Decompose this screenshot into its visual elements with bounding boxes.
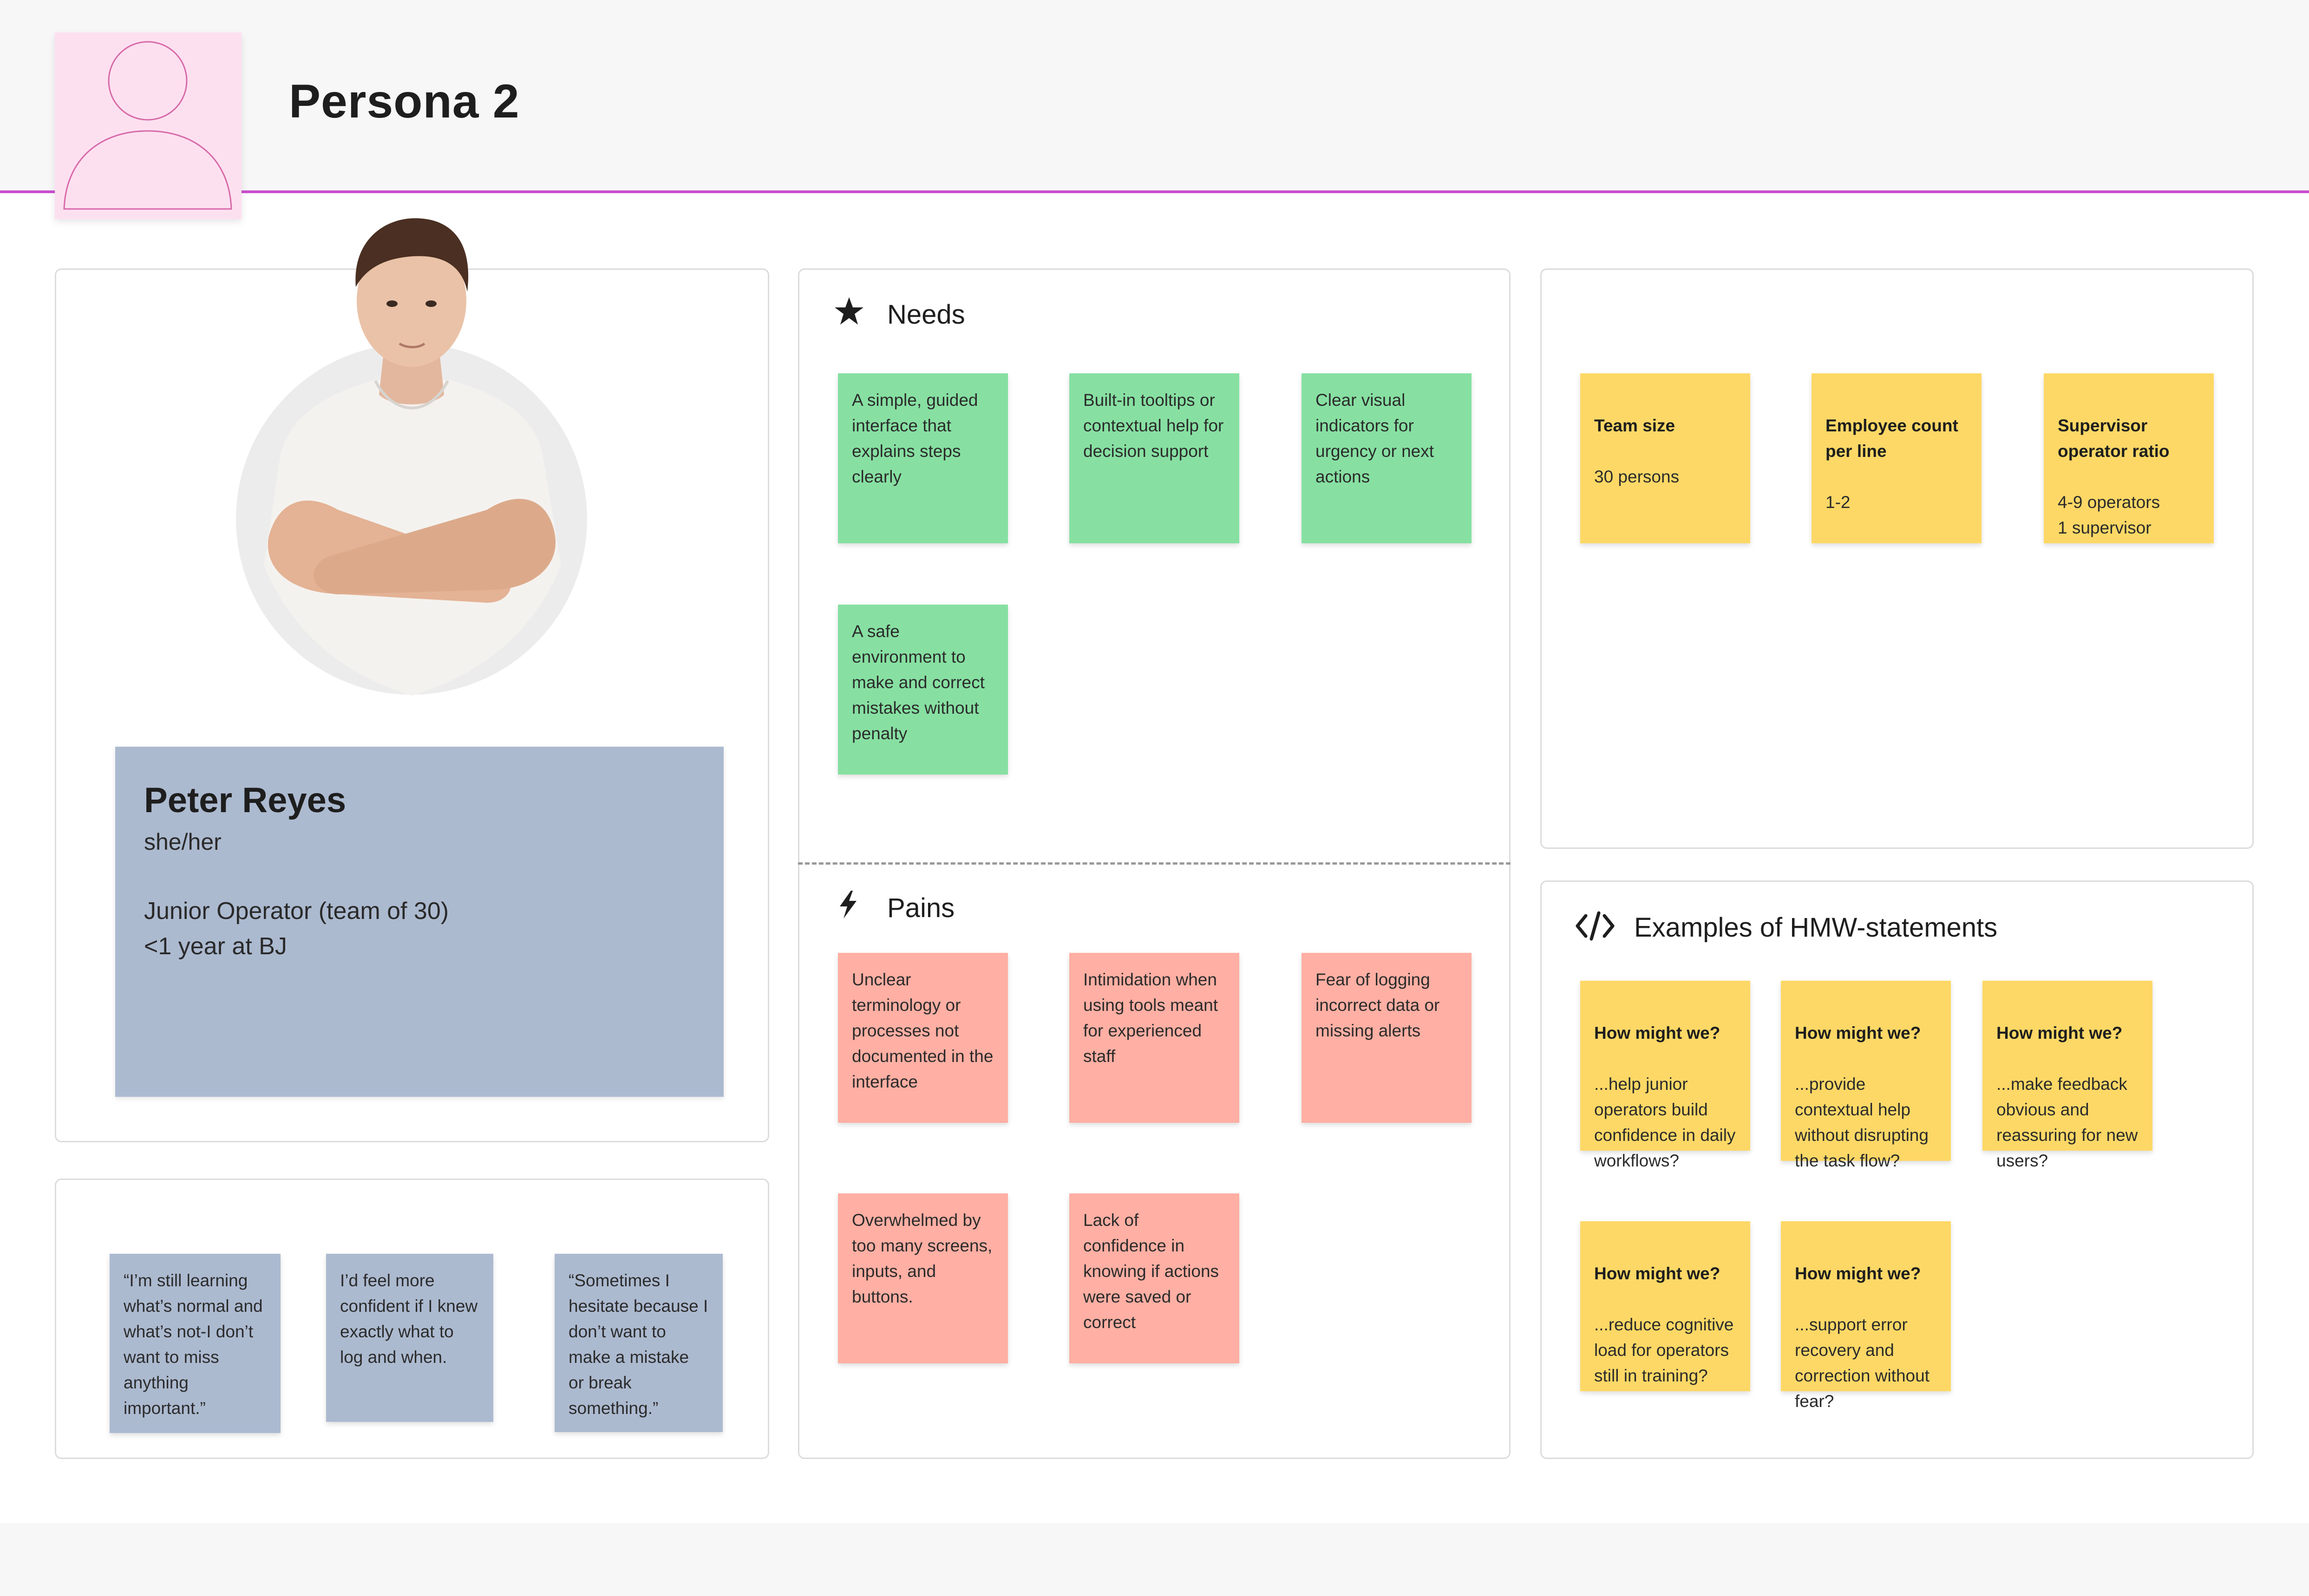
quote-sticky: “I’m still learning what’s normal and wh… — [110, 1254, 281, 1433]
fact-value: 30 persons — [1594, 467, 1680, 486]
hmw-sticky: How might we? ...provide contextual help… — [1781, 981, 1951, 1170]
star-icon — [835, 297, 863, 325]
pains-sticky: Intimidation when using tools meant for … — [1069, 953, 1239, 1123]
pains-sticky: Overwhelmed by too many screens, inputs,… — [838, 1193, 1008, 1363]
persona-name: Peter Reyes — [144, 781, 347, 820]
fact-value: 4-9 operators 1 supervisor — [2058, 493, 2160, 537]
persona-role: Junior Operator (team of 30) — [144, 898, 449, 925]
hmw-lead: How might we? — [1594, 1264, 1720, 1283]
user-placeholder-icon — [55, 33, 242, 219]
needs-sticky: A simple, guided interface that explains… — [838, 373, 1008, 543]
pains-sticky: Unclear terminology or processes not doc… — [838, 953, 1008, 1123]
hmw-lead: How might we? — [1795, 1264, 1921, 1283]
section-divider — [798, 862, 1511, 865]
header-divider — [0, 190, 2309, 193]
needs-sticky: A safe environment to make and correct m… — [838, 605, 1008, 775]
fact-value: 1-2 — [1825, 493, 1851, 512]
fact-sticky: Team size 30 persons — [1580, 373, 1750, 543]
needs-sticky: Built-in tooltips or contextual help for… — [1069, 373, 1239, 543]
persona-pronouns: she/her — [144, 829, 222, 855]
code-icon — [1576, 911, 1615, 941]
hmw-text: ...provide contextual help without disru… — [1795, 1075, 1929, 1170]
pains-heading: Pains — [887, 893, 955, 923]
fact-label: Team size — [1594, 416, 1675, 435]
fact-label: Supervisor operator ratio — [2058, 416, 2170, 461]
fact-sticky: Employee count per line 1-2 — [1812, 373, 1982, 543]
needs-heading: Needs — [887, 300, 965, 330]
quote-sticky: “Sometimes I hesitate because I don’t wa… — [555, 1254, 723, 1432]
facts-panel — [1540, 268, 2254, 849]
page-title: Persona 2 — [289, 75, 520, 128]
fact-label: Employee count per line — [1825, 416, 1958, 461]
hmw-sticky: How might we? ...help junior operators b… — [1580, 981, 1750, 1170]
hmw-sticky: How might we? ...make feedback obvious a… — [1982, 981, 2152, 1170]
hmw-lead: How might we? — [1594, 1023, 1720, 1042]
hmw-lead: How might we? — [1795, 1023, 1921, 1042]
hmw-text: ...reduce cognitive load for operators s… — [1594, 1315, 1734, 1385]
pains-sticky: Fear of logging incorrect data or missin… — [1302, 953, 1472, 1123]
needs-sticky: Clear visual indicators for urgency or n… — [1302, 373, 1472, 543]
hmw-sticky: How might we? ...support error recovery … — [1781, 1221, 1951, 1411]
footer-band — [0, 1523, 2309, 1596]
hmw-sticky: How might we? ...reduce cognitive load f… — [1580, 1221, 1750, 1391]
lightning-icon — [840, 891, 857, 919]
hmw-heading: Examples of HMW-statements — [1634, 912, 1998, 943]
person-photo — [264, 218, 561, 696]
fact-sticky: Supervisor operator ratio 4-9 operators … — [2044, 373, 2214, 543]
persona-tenure: <1 year at BJ — [144, 933, 287, 960]
quote-sticky: I’d feel more confident if I knew exactl… — [326, 1254, 493, 1422]
pains-sticky: Lack of confidence in knowing if actions… — [1069, 1193, 1239, 1363]
hmw-lead: How might we? — [1996, 1023, 2123, 1042]
